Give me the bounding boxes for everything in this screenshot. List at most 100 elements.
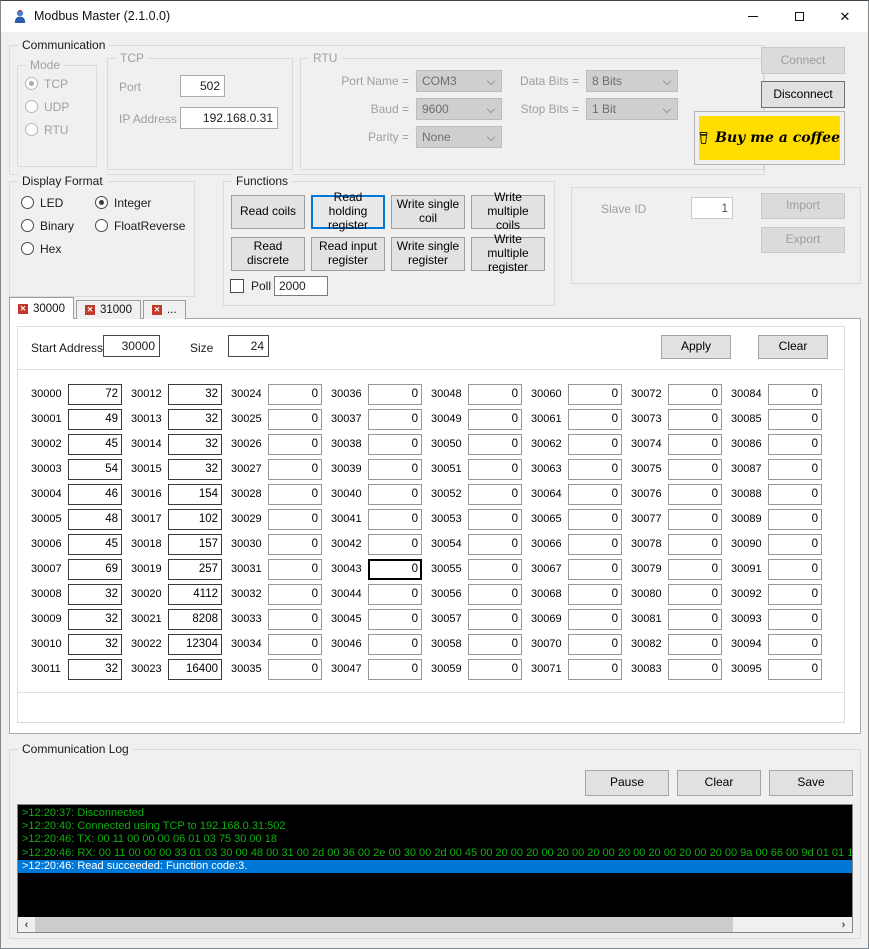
register-value-input-30010[interactable]: 32: [68, 634, 122, 655]
register-value-input-30059[interactable]: 0: [468, 659, 522, 680]
register-value-input-30008[interactable]: 32: [68, 584, 122, 605]
register-value-input-30086[interactable]: 0: [768, 434, 822, 455]
register-value-input-30042[interactable]: 0: [368, 534, 422, 555]
register-value-input-30015[interactable]: 32: [168, 459, 222, 480]
register-value-input-30072[interactable]: 0: [668, 384, 722, 405]
register-value-input-30071[interactable]: 0: [568, 659, 622, 680]
register-value-input-30032[interactable]: 0: [268, 584, 322, 605]
tab-dots[interactable]: ✕...: [142, 300, 186, 319]
tab-31000[interactable]: ✕ 31000: [75, 300, 141, 319]
register-value-input-30043[interactable]: 0: [368, 559, 422, 580]
register-value-input-30022[interactable]: 12304: [168, 634, 222, 655]
register-value-input-30031[interactable]: 0: [268, 559, 322, 580]
register-value-input-30003[interactable]: 54: [68, 459, 122, 480]
register-value-input-30054[interactable]: 0: [468, 534, 522, 555]
register-value-input-30075[interactable]: 0: [668, 459, 722, 480]
register-value-input-30076[interactable]: 0: [668, 484, 722, 505]
register-value-input-30019[interactable]: 257: [168, 559, 222, 580]
register-value-input-30004[interactable]: 46: [68, 484, 122, 505]
register-value-input-30046[interactable]: 0: [368, 634, 422, 655]
register-value-input-30088[interactable]: 0: [768, 484, 822, 505]
register-value-input-30063[interactable]: 0: [568, 459, 622, 480]
register-value-input-30094[interactable]: 0: [768, 634, 822, 655]
register-value-input-30080[interactable]: 0: [668, 584, 722, 605]
register-value-input-30002[interactable]: 45: [68, 434, 122, 455]
register-value-input-30073[interactable]: 0: [668, 409, 722, 430]
register-value-input-30011[interactable]: 32: [68, 659, 122, 680]
register-value-input-30039[interactable]: 0: [368, 459, 422, 480]
register-value-input-30085[interactable]: 0: [768, 409, 822, 430]
register-value-input-30067[interactable]: 0: [568, 559, 622, 580]
register-value-input-30061[interactable]: 0: [568, 409, 622, 430]
register-value-input-30044[interactable]: 0: [368, 584, 422, 605]
tab-close-icon[interactable]: ✕: [84, 305, 95, 315]
register-value-input-30023[interactable]: 16400: [168, 659, 222, 680]
register-value-input-30057[interactable]: 0: [468, 609, 522, 630]
register-value-input-30087[interactable]: 0: [768, 459, 822, 480]
register-value-input-30081[interactable]: 0: [668, 609, 722, 630]
register-value-input-30091[interactable]: 0: [768, 559, 822, 580]
register-value-input-30065[interactable]: 0: [568, 509, 622, 530]
register-value-input-30058[interactable]: 0: [468, 634, 522, 655]
register-value-input-30001[interactable]: 49: [68, 409, 122, 430]
register-value-input-30025[interactable]: 0: [268, 409, 322, 430]
register-value-input-30040[interactable]: 0: [368, 484, 422, 505]
register-value-input-30079[interactable]: 0: [668, 559, 722, 580]
register-value-input-30084[interactable]: 0: [768, 384, 822, 405]
tab-30000[interactable]: ✕ 30000: [9, 297, 74, 319]
register-value-input-30036[interactable]: 0: [368, 384, 422, 405]
tab-close-icon[interactable]: ✕: [18, 303, 28, 314]
register-value-input-30093[interactable]: 0: [768, 609, 822, 630]
register-value-input-30017[interactable]: 102: [168, 509, 222, 530]
register-value-input-30020[interactable]: 4112: [168, 584, 222, 605]
register-value-input-30045[interactable]: 0: [368, 609, 422, 630]
register-value-input-30055[interactable]: 0: [468, 559, 522, 580]
register-value-input-30082[interactable]: 0: [668, 634, 722, 655]
register-value-input-30089[interactable]: 0: [768, 509, 822, 530]
register-value-input-30092[interactable]: 0: [768, 584, 822, 605]
register-value-input-30064[interactable]: 0: [568, 484, 622, 505]
register-value-input-30060[interactable]: 0: [568, 384, 622, 405]
register-value-input-30021[interactable]: 8208: [168, 609, 222, 630]
register-value-input-30095[interactable]: 0: [768, 659, 822, 680]
register-value-input-30024[interactable]: 0: [268, 384, 322, 405]
register-value-input-30014[interactable]: 32: [168, 434, 222, 455]
register-value-input-30051[interactable]: 0: [468, 459, 522, 480]
register-value-input-30053[interactable]: 0: [468, 509, 522, 530]
register-value-input-30013[interactable]: 32: [168, 409, 222, 430]
register-value-input-30062[interactable]: 0: [568, 434, 622, 455]
register-value-input-30066[interactable]: 0: [568, 534, 622, 555]
register-value-input-30026[interactable]: 0: [268, 434, 322, 455]
register-value-input-30037[interactable]: 0: [368, 409, 422, 430]
register-value-input-30047[interactable]: 0: [368, 659, 422, 680]
register-value-input-30090[interactable]: 0: [768, 534, 822, 555]
register-value-input-30009[interactable]: 32: [68, 609, 122, 630]
register-value-input-30074[interactable]: 0: [668, 434, 722, 455]
register-value-input-30077[interactable]: 0: [668, 509, 722, 530]
register-value-input-30006[interactable]: 45: [68, 534, 122, 555]
register-value-input-30027[interactable]: 0: [268, 459, 322, 480]
register-value-input-30007[interactable]: 69: [68, 559, 122, 580]
register-value-input-30052[interactable]: 0: [468, 484, 522, 505]
register-value-input-30034[interactable]: 0: [268, 634, 322, 655]
register-value-input-30048[interactable]: 0: [468, 384, 522, 405]
register-value-input-30030[interactable]: 0: [268, 534, 322, 555]
register-value-input-30050[interactable]: 0: [468, 434, 522, 455]
register-value-input-30069[interactable]: 0: [568, 609, 622, 630]
register-value-input-30049[interactable]: 0: [468, 409, 522, 430]
register-value-input-30038[interactable]: 0: [368, 434, 422, 455]
register-value-input-30000[interactable]: 72: [68, 384, 122, 405]
register-value-input-30005[interactable]: 48: [68, 509, 122, 530]
register-value-input-30083[interactable]: 0: [668, 659, 722, 680]
register-value-input-30028[interactable]: 0: [268, 484, 322, 505]
register-value-input-30056[interactable]: 0: [468, 584, 522, 605]
tab-close-icon[interactable]: ✕: [151, 305, 162, 315]
register-value-input-30029[interactable]: 0: [268, 509, 322, 530]
register-value-input-30035[interactable]: 0: [268, 659, 322, 680]
register-value-input-30068[interactable]: 0: [568, 584, 622, 605]
register-value-input-30012[interactable]: 32: [168, 384, 222, 405]
register-value-input-30016[interactable]: 154: [168, 484, 222, 505]
register-value-input-30070[interactable]: 0: [568, 634, 622, 655]
register-value-input-30033[interactable]: 0: [268, 609, 322, 630]
register-value-input-30078[interactable]: 0: [668, 534, 722, 555]
